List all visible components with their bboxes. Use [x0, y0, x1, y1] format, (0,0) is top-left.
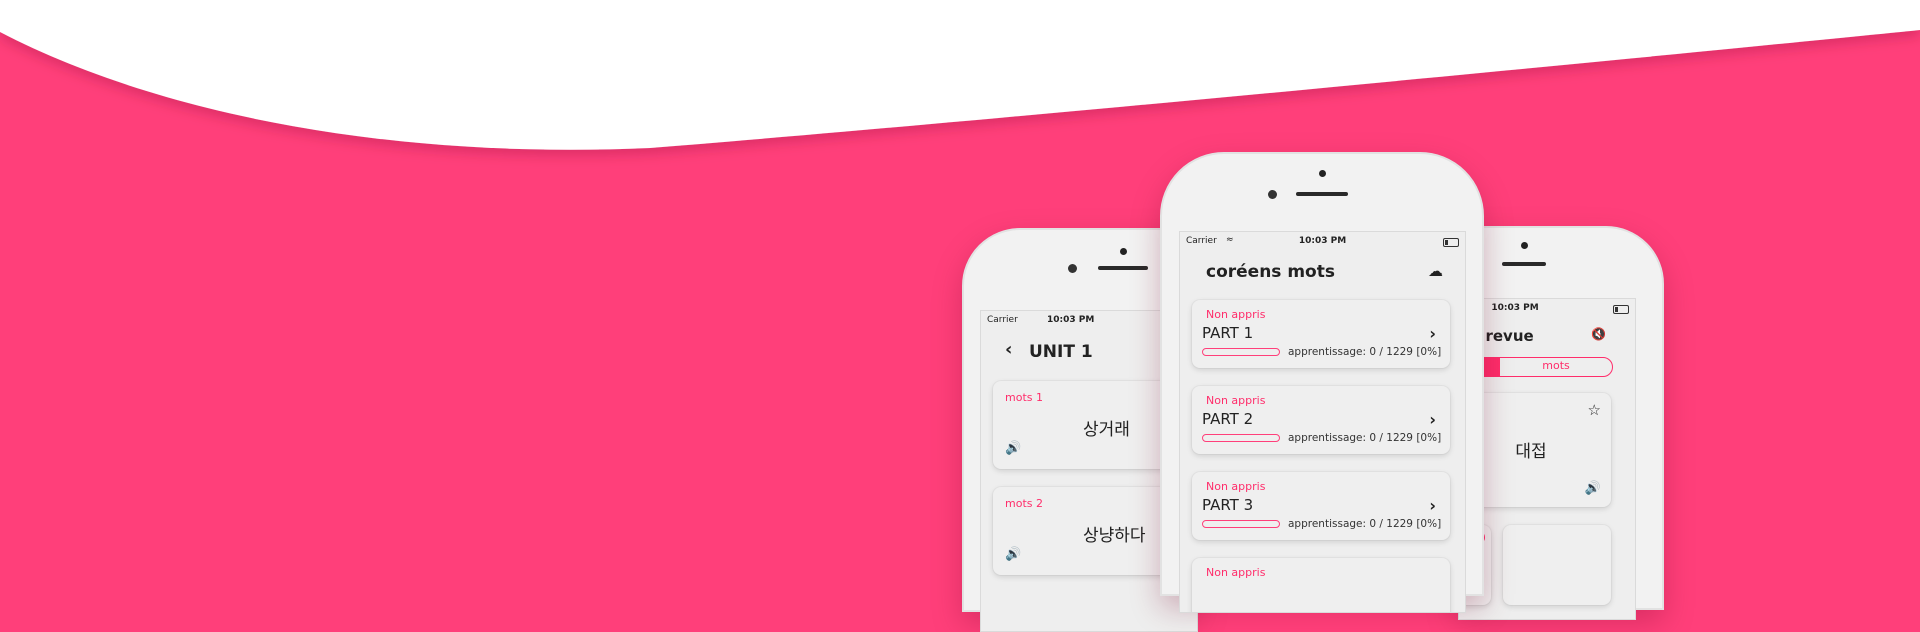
earpiece-speaker	[1502, 262, 1546, 266]
page-title: coréens mots	[1206, 262, 1335, 282]
part-card[interactable]: Non appris	[1192, 558, 1450, 612]
status-bar: Carrier ≈ 10:03 PM	[1186, 235, 1459, 248]
status-badge: Non appris	[1206, 566, 1266, 579]
sensor-dot	[1120, 248, 1127, 255]
front-camera	[1268, 190, 1277, 199]
progress-bar	[1202, 434, 1280, 442]
card-label: mots 1	[1005, 391, 1043, 404]
phone-right: 10:03 PM la revue 🔇 mots ☆ 대접 🔊 ✕	[1456, 226, 1664, 620]
speaker-icon[interactable]: 🔊	[1585, 481, 1601, 496]
part-card[interactable]: Non appris PART 3 › apprentissage: 0 / 1…	[1192, 472, 1450, 540]
segment-mots[interactable]: mots	[1500, 359, 1612, 372]
star-icon[interactable]: ☆	[1588, 401, 1601, 419]
chevron-right-icon: ›	[1429, 324, 1436, 343]
phone-center: Carrier ≈ 10:03 PM coréens mots ☁ Non ap…	[1160, 152, 1484, 613]
battery-icon	[1613, 305, 1629, 314]
page-title: UNIT 1	[1029, 342, 1093, 362]
chevron-right-icon: ›	[1429, 410, 1436, 429]
speaker-icon[interactable]: 🔊	[1005, 441, 1021, 456]
sensor-dot	[1521, 242, 1528, 249]
status-time: 10:03 PM	[1298, 236, 1347, 246]
part-name: PART 2	[1202, 410, 1254, 428]
speaker-icon[interactable]: 🔊	[1005, 547, 1021, 562]
earpiece-speaker	[1296, 192, 1348, 196]
part-card[interactable]: Non appris PART 1 › apprentissage: 0 / 1…	[1192, 300, 1450, 368]
progress-text: apprentissage: 0 / 1229 [0%]	[1288, 346, 1442, 358]
carrier-label: Carrier	[987, 315, 1018, 325]
status-badge: Non appris	[1206, 308, 1266, 321]
korean-word: 상거래	[1083, 420, 1130, 440]
card-label: mots 2	[1005, 497, 1043, 510]
speaker-mute-icon[interactable]: 🔇	[1591, 327, 1606, 341]
earpiece-speaker	[1098, 266, 1148, 270]
back-button[interactable]: ‹	[1005, 339, 1012, 360]
progress-text: apprentissage: 0 / 1229 [0%]	[1288, 432, 1442, 444]
answer-card[interactable]	[1503, 525, 1611, 605]
front-camera	[1068, 264, 1077, 273]
chevron-right-icon: ›	[1429, 496, 1436, 515]
part-card[interactable]: Non appris PART 2 › apprentissage: 0 / 1…	[1192, 386, 1450, 454]
status-time: 10:03 PM	[1047, 315, 1095, 325]
sensor-dot	[1319, 170, 1326, 177]
progress-bar	[1202, 348, 1280, 356]
status-badge: Non appris	[1206, 480, 1266, 493]
progress-bar	[1202, 520, 1280, 528]
status-bar: 10:03 PM	[1465, 303, 1629, 315]
cloud-icon[interactable]: ☁	[1428, 262, 1443, 280]
battery-icon	[1443, 238, 1459, 247]
part-name: PART 1	[1202, 324, 1254, 342]
korean-word: 대접	[1515, 442, 1547, 462]
progress-text: apprentissage: 0 / 1229 [0%]	[1288, 518, 1442, 530]
chevron-left-icon: ‹	[1005, 339, 1013, 360]
korean-word: 상냥하다	[1083, 526, 1146, 546]
center-screen: Carrier ≈ 10:03 PM coréens mots ☁ Non ap…	[1179, 231, 1466, 613]
part-name: PART 3	[1202, 496, 1254, 514]
status-badge: Non appris	[1206, 394, 1266, 407]
